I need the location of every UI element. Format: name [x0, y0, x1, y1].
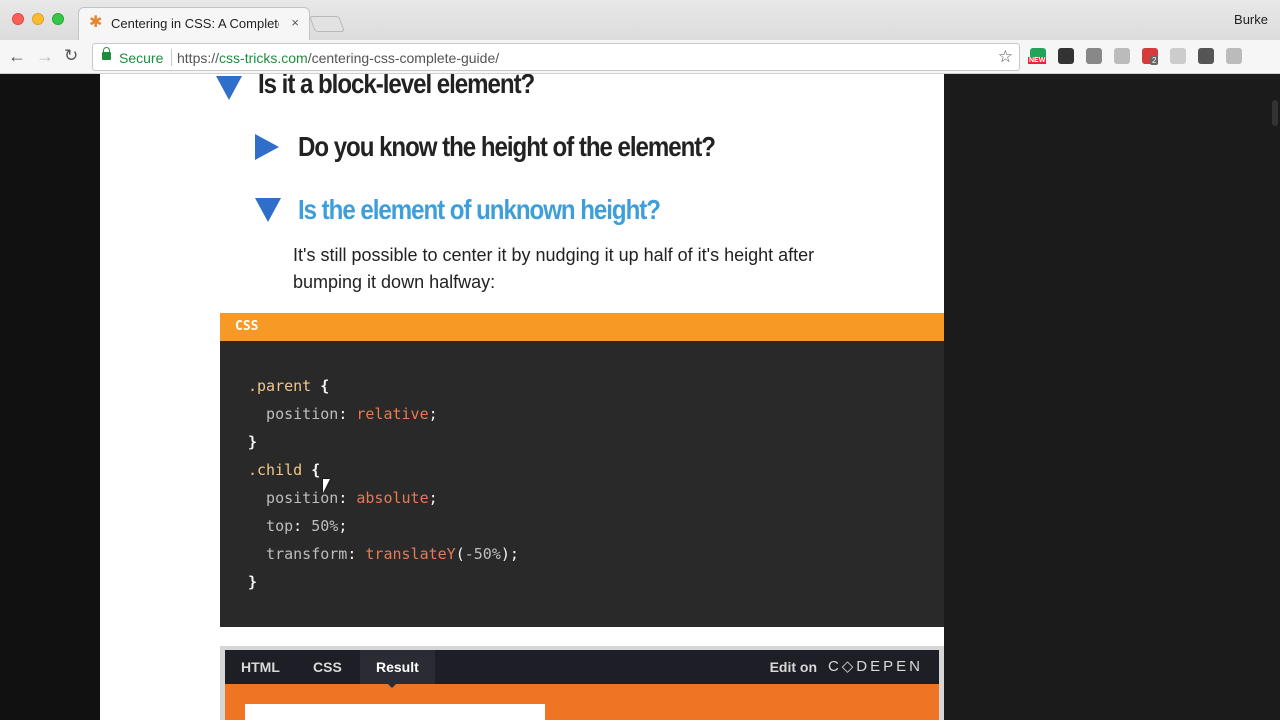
code-token: relative — [356, 405, 429, 423]
code-token: ; — [428, 489, 438, 507]
buffer-extension-icon[interactable] — [1058, 48, 1074, 64]
code-token: ( — [455, 545, 465, 563]
lock-icon — [102, 47, 111, 60]
window-minimize-button[interactable] — [32, 13, 44, 25]
caret-down-icon[interactable] — [216, 76, 242, 100]
back-arrow-icon[interactable]: ← — [8, 46, 26, 66]
code-line: position: relative; — [248, 400, 519, 428]
code-language-label: CSS — [235, 319, 259, 334]
code-token: transform — [248, 545, 348, 563]
url-divider — [171, 49, 172, 66]
extension-badge: 2 — [1150, 56, 1159, 65]
url-scheme: https:// — [177, 50, 220, 66]
code-line: top: 50%; — [248, 512, 519, 540]
codepen-tab-result[interactable]: Result — [360, 650, 435, 684]
code-token: : — [338, 405, 357, 423]
url-host: css-tricks.com — [219, 50, 308, 66]
code-line: } — [248, 428, 519, 456]
code-token: 50% — [311, 517, 339, 535]
code-token: } — [248, 573, 258, 591]
codepen-logo[interactable]: C◇DEPEN — [828, 650, 923, 684]
forward-arrow-icon[interactable]: → — [36, 46, 54, 66]
active-tab-indicator — [384, 680, 400, 688]
article-page: Is it a block-level element? Do you know… — [100, 74, 944, 720]
caret-right-icon[interactable] — [255, 134, 279, 160]
tab-title: Centering in CSS: A Complete Guide — [111, 16, 279, 31]
code-token: } — [248, 433, 258, 451]
code-token: absolute — [356, 489, 429, 507]
secure-label: Secure — [119, 50, 164, 66]
code-token: ; — [428, 405, 438, 423]
code-token: ; — [338, 517, 348, 535]
code-line: .child { — [248, 456, 519, 484]
code-token: translateY — [365, 545, 456, 563]
mail-extension-icon[interactable] — [1170, 48, 1186, 64]
caret-down-icon[interactable] — [255, 198, 281, 222]
extension-badge: NEW — [1028, 57, 1047, 64]
window-close-button[interactable] — [12, 13, 24, 25]
url-path: /centering-css-complete-guide/ — [307, 50, 500, 66]
code-token: ); — [500, 545, 519, 563]
browser-toolbar: ← → ↻ Secure https://css-tricks.com/cent… — [0, 40, 1280, 74]
mouse-cursor-icon — [323, 479, 330, 493]
code-token: { — [320, 377, 330, 395]
css-tricks-favicon-icon: ✱ — [89, 14, 103, 31]
edit-on-codepen-link[interactable]: Edit on — [770, 650, 817, 684]
window-maximize-button[interactable] — [52, 13, 64, 25]
codepen-embed: HTML CSS Result Edit on C◇DEPEN — [220, 646, 944, 720]
address-bar[interactable]: Secure https://css-tricks.com/centering-… — [92, 43, 1020, 71]
puzzle-extension-icon[interactable] — [1198, 48, 1214, 64]
code-line: transform: translateY(-50%); — [248, 540, 519, 568]
codepen-toolbar: HTML CSS Result Edit on C◇DEPEN — [225, 650, 939, 684]
code-token: -50% — [464, 545, 501, 563]
code-token: position — [248, 405, 339, 423]
code-token: : — [338, 489, 357, 507]
bookmark-star-icon[interactable]: ☆ — [998, 47, 1013, 67]
code-token: { — [311, 461, 321, 479]
page-background-right — [944, 74, 1280, 720]
browser-tab[interactable]: ✱ Centering in CSS: A Complete Guide × — [78, 7, 310, 40]
code-line: } — [248, 568, 519, 596]
result-child-box — [245, 704, 545, 720]
window-titlebar: ✱ Centering in CSS: A Complete Guide × B… — [0, 0, 1280, 40]
codepen-result-pane — [225, 684, 939, 720]
code-token: top — [248, 517, 294, 535]
code-token: : — [347, 545, 366, 563]
code-block: CSS .parent { position: relative;} .child… — [220, 313, 944, 627]
new-badge-extension-icon[interactable]: NEW — [1028, 48, 1047, 64]
scrollbar-thumb[interactable] — [1272, 100, 1278, 126]
tab-close-icon[interactable]: × — [291, 15, 299, 30]
question-known-height[interactable]: Do you know the height of the element? — [298, 131, 716, 163]
question-unknown-height[interactable]: Is the element of unknown height? — [298, 194, 661, 226]
code-language-bar: CSS — [220, 313, 944, 341]
s-extension-icon[interactable] — [1226, 48, 1242, 64]
profile-name[interactable]: Burke — [1234, 12, 1268, 27]
question-block-level[interactable]: Is it a block-level element? — [258, 74, 535, 100]
code-content: .parent { position: relative;} .child { p… — [248, 372, 519, 596]
code-token: : — [293, 517, 312, 535]
url-text[interactable]: https://css-tricks.com/centering-css-com… — [177, 50, 499, 66]
new-tab-button[interactable] — [309, 16, 345, 32]
y-extension-icon[interactable] — [1114, 48, 1130, 64]
codepen-tab-html[interactable]: HTML — [241, 650, 280, 684]
code-line: position: absolute; — [248, 484, 519, 512]
answer-description: It's still possible to center it by nudg… — [293, 245, 815, 292]
codepen-tab-css[interactable]: CSS — [313, 650, 342, 684]
reload-icon[interactable]: ↻ — [64, 46, 78, 66]
code-token: .parent — [248, 377, 312, 395]
ublock-extension-icon[interactable]: 2 — [1142, 48, 1159, 65]
code-token: .child — [248, 461, 303, 479]
vue-devtools-extension-icon[interactable] — [1086, 48, 1102, 64]
code-line: .parent { — [248, 372, 519, 400]
